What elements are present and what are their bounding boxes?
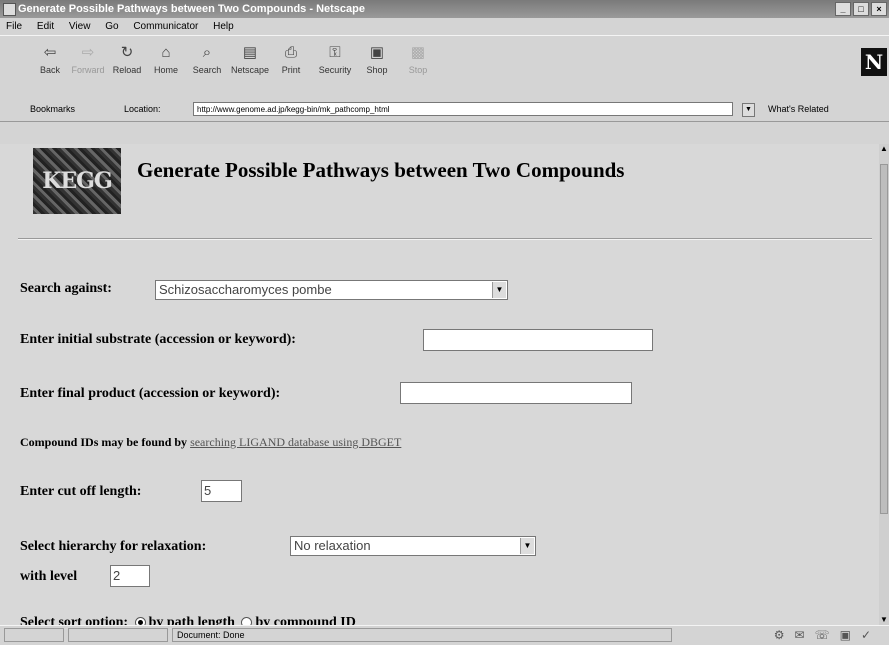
sort-compound-id-label: by compound ID: [255, 615, 356, 625]
window-title: Generate Possible Pathways between Two C…: [18, 3, 365, 15]
initial-substrate-input[interactable]: [423, 329, 653, 351]
location-label: Location:: [124, 104, 161, 114]
divider: [18, 238, 872, 240]
menu-file[interactable]: File: [6, 21, 22, 32]
chevron-down-icon: ▼: [520, 538, 534, 554]
location-toolbar: Bookmarks Location: http://www.genome.ad…: [0, 99, 889, 122]
home-button[interactable]: ⌂ Home: [144, 44, 188, 84]
forward-arrow-icon: ⇨: [81, 44, 95, 61]
cutoff-row: Enter cut off length:: [20, 484, 141, 500]
stop-icon: ▩: [410, 44, 426, 61]
compound-ids-text: Compound IDs may be found by: [20, 435, 188, 449]
ligand-dbget-link[interactable]: searching LIGAND database using DBGET: [190, 435, 401, 449]
cutoff-label: Enter cut off length:: [20, 484, 142, 499]
status-bar: Document: Done ⚙✉☏▣✓: [0, 625, 889, 645]
sort-compound-id-radio[interactable]: [241, 617, 253, 625]
level-row: with level: [20, 569, 77, 585]
security-status-icon[interactable]: [4, 628, 64, 642]
stop-button[interactable]: ▩ Stop: [396, 44, 440, 84]
final-product-label: Enter final product (accession or keywor…: [20, 386, 281, 401]
scroll-up-icon[interactable]: ▲: [879, 144, 889, 154]
initial-substrate-label: Enter initial substrate (accession or ke…: [20, 332, 296, 347]
kegg-logo: KEGG: [33, 148, 121, 214]
sort-row: Select sort option: by path length by co…: [20, 615, 356, 625]
print-button[interactable]: ⎙ Print: [269, 44, 313, 84]
menu-help[interactable]: Help: [213, 21, 234, 32]
menu-communicator[interactable]: Communicator: [133, 21, 198, 32]
status-text: Document: Done: [172, 628, 672, 642]
reload-icon: ↻: [120, 44, 134, 61]
chevron-down-icon: ▼: [492, 282, 506, 298]
search-against-label: Search against:: [20, 281, 112, 296]
sort-path-length-radio[interactable]: [134, 617, 146, 625]
close-button[interactable]: ×: [871, 2, 887, 16]
shop-button[interactable]: ▣ Shop: [355, 44, 399, 84]
menu-view[interactable]: View: [69, 21, 91, 32]
minimize-button[interactable]: _: [835, 2, 851, 16]
scroll-down-icon[interactable]: ▼: [879, 615, 889, 625]
window-controls: _ □ ×: [835, 2, 887, 16]
final-product-row: Enter final product (accession or keywor…: [20, 386, 280, 402]
progress-cell: [68, 628, 168, 642]
security-button[interactable]: ⚿ Security: [313, 44, 357, 84]
navigation-toolbar: ⇦ Back ⇨ Forward ↻ Reload ⌂ Home ⌕ Search ▤ Ne…: [0, 35, 889, 101]
window-titlebar: Generate Possible Pathways between Two C…: [0, 0, 889, 18]
search-against-row: Search against:: [20, 281, 112, 297]
relaxation-level-input[interactable]: 2: [110, 565, 150, 587]
search-icon: ⌕: [202, 44, 212, 61]
relaxation-select[interactable]: No relaxation ▼: [290, 536, 536, 556]
netscape-app-icon: [3, 3, 16, 16]
page-content: KEGG Generate Possible Pathways between …: [0, 144, 879, 625]
cutoff-length-input[interactable]: 5: [201, 480, 242, 502]
initial-substrate-row: Enter initial substrate (accession or ke…: [20, 332, 296, 348]
compound-ids-row: Compound IDs may be found by searching L…: [20, 435, 401, 450]
forward-button[interactable]: ⇨ Forward: [66, 44, 110, 84]
personal-toolbar: [0, 122, 889, 145]
sort-label: Select sort option:: [20, 615, 129, 625]
print-icon: ⎙: [284, 44, 297, 61]
url-dropdown-icon[interactable]: ▼: [742, 103, 755, 117]
home-icon: ⌂: [161, 44, 171, 61]
page-title: Generate Possible Pathways between Two C…: [137, 158, 625, 182]
scroll-thumb[interactable]: [880, 164, 888, 514]
reload-button[interactable]: ↻ Reload: [105, 44, 149, 84]
netscape-n-logo[interactable]: N: [861, 48, 887, 76]
vertical-scrollbar[interactable]: ▲ ▼: [879, 144, 889, 625]
sort-path-length-label: by path length: [148, 615, 235, 625]
menu-edit[interactable]: Edit: [37, 21, 54, 32]
component-bar-icons[interactable]: ⚙✉☏▣✓: [774, 628, 881, 642]
bookmarks-button[interactable]: Bookmarks: [30, 104, 75, 114]
menu-bar: File Edit View Go Communicator Help: [0, 18, 889, 35]
netscape-button[interactable]: ▤ Netscape: [228, 44, 272, 84]
hierarchy-label: Select hierarchy for relaxation:: [20, 539, 207, 554]
maximize-button[interactable]: □: [853, 2, 869, 16]
netscape-icon: ▤: [242, 44, 258, 61]
organism-select[interactable]: Schizosaccharomyces pombe ▼: [155, 280, 508, 300]
hierarchy-row: Select hierarchy for relaxation:: [20, 539, 206, 555]
menu-go[interactable]: Go: [105, 21, 118, 32]
shop-bag-icon: ▣: [369, 44, 385, 61]
whats-related-button[interactable]: What's Related: [768, 104, 829, 114]
security-lock-icon: ⚿: [329, 44, 341, 61]
url-input[interactable]: http://www.genome.ad.jp/kegg-bin/mk_path…: [193, 102, 733, 116]
final-product-input[interactable]: [400, 382, 632, 404]
search-button[interactable]: ⌕ Search: [185, 44, 229, 84]
back-arrow-icon: ⇦: [43, 44, 57, 61]
level-label: with level: [20, 569, 78, 584]
